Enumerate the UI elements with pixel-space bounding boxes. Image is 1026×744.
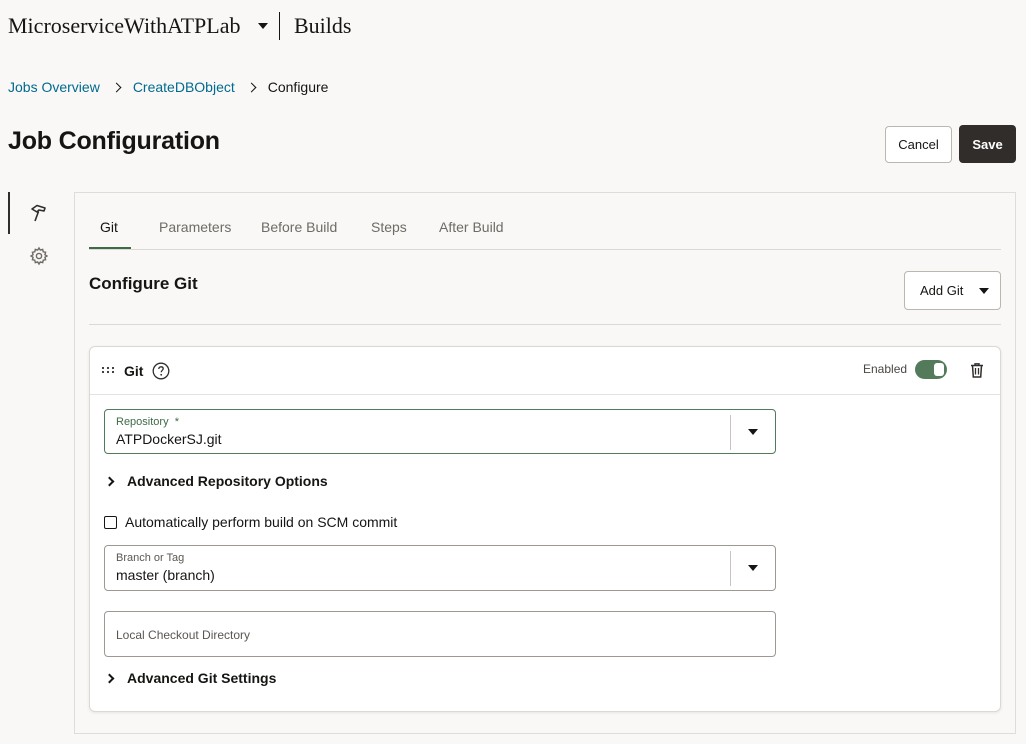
cancel-button[interactable]: Cancel <box>885 126 952 163</box>
tab-parameters[interactable]: Parameters <box>159 219 231 235</box>
tabs-divider <box>89 249 1001 250</box>
breadcrumb-jobs-overview[interactable]: Jobs Overview <box>8 79 100 95</box>
advanced-git-settings-toggle[interactable]: Advanced Git Settings <box>104 670 276 686</box>
auto-build-checkbox[interactable] <box>104 515 117 529</box>
chevron-down-icon[interactable] <box>748 565 758 571</box>
tab-before-build[interactable]: Before Build <box>261 219 337 235</box>
trash-icon[interactable] <box>968 361 986 379</box>
project-dropdown-icon[interactable] <box>258 23 268 29</box>
enabled-toggle[interactable] <box>915 360 947 379</box>
branch-value: master (branch) <box>116 567 215 583</box>
chevron-right-icon <box>111 82 122 92</box>
advanced-repository-options-toggle[interactable]: Advanced Repository Options <box>104 473 328 489</box>
breadcrumb-current: Configure <box>267 79 329 95</box>
auto-build-label[interactable]: Automatically perform build on SCM commi… <box>125 514 397 530</box>
save-button[interactable]: Save <box>959 125 1016 163</box>
section-divider <box>89 324 1001 325</box>
help-icon[interactable] <box>152 362 170 380</box>
project-name[interactable]: MicroserviceWithATPLab <box>8 13 241 39</box>
tab-git[interactable]: Git <box>100 219 118 235</box>
auto-build-row: Automatically perform build on SCM commi… <box>104 514 397 530</box>
breadcrumb: Jobs Overview CreateDBObject Configure <box>8 79 328 95</box>
section-title: Builds <box>294 13 352 38</box>
repository-value: ATPDockerSJ.git <box>116 431 222 447</box>
chevron-right-icon <box>104 673 115 683</box>
header-divider <box>279 12 280 40</box>
tab-after-build[interactable]: After Build <box>439 219 504 235</box>
chevron-right-icon <box>104 476 115 486</box>
toggle-knob <box>934 363 944 376</box>
add-git-label: Add Git <box>920 283 964 298</box>
chevron-down-icon[interactable] <box>748 429 758 435</box>
advanced-git-settings-label: Advanced Git Settings <box>127 670 277 686</box>
hammer-icon[interactable] <box>28 202 50 224</box>
page-title: Job Configuration <box>8 127 220 155</box>
git-card-title: Git <box>124 363 144 379</box>
rail-active-indicator <box>8 192 10 234</box>
configure-git-title: Configure Git <box>89 274 198 293</box>
repository-label: Repository * <box>116 416 179 428</box>
tab-steps[interactable]: Steps <box>371 219 407 235</box>
enabled-label: Enabled <box>863 362 908 376</box>
chevron-down-icon <box>979 287 990 294</box>
select-separator <box>730 415 731 450</box>
gear-icon[interactable] <box>28 245 50 267</box>
branch-label: Branch or Tag <box>116 552 185 564</box>
chevron-right-icon <box>246 82 257 92</box>
branch-select[interactable]: Branch or Tag master (branch) <box>104 545 776 591</box>
drag-handle-icon[interactable] <box>101 365 115 375</box>
select-separator <box>730 551 731 586</box>
card-header-divider <box>90 394 1000 395</box>
advanced-repository-options-label: Advanced Repository Options <box>127 473 328 489</box>
local-checkout-directory-placeholder: Local Checkout Directory <box>116 628 251 642</box>
local-checkout-directory-field[interactable]: Local Checkout Directory <box>104 611 776 657</box>
add-git-button[interactable]: Add Git <box>904 271 1001 310</box>
breadcrumb-job[interactable]: CreateDBObject <box>133 79 235 95</box>
repository-select[interactable]: Repository * ATPDockerSJ.git <box>104 409 776 454</box>
